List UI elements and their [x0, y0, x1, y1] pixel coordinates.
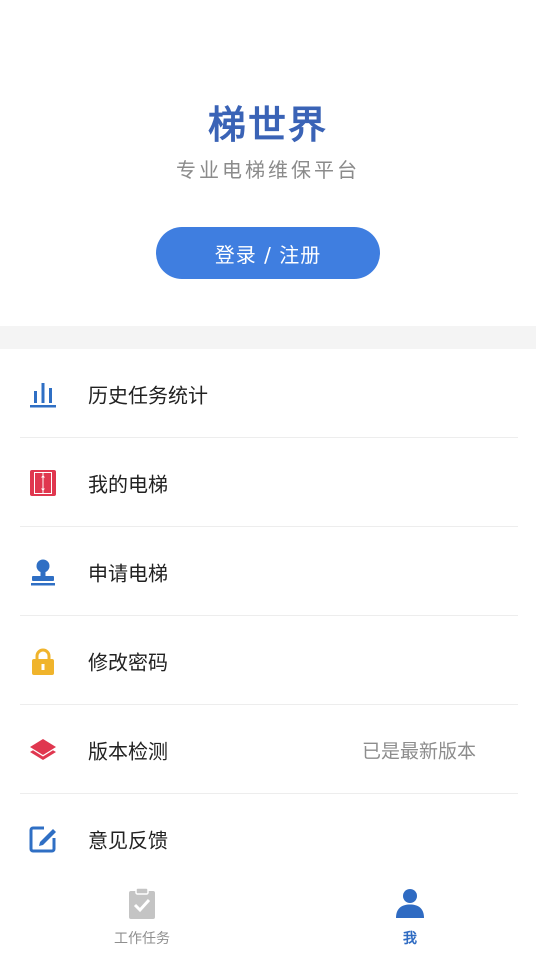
stamp-icon [28, 557, 58, 587]
login-register-button[interactable]: 登录 / 注册 [156, 227, 380, 279]
menu-item-my-elevator[interactable]: 我的电梯 [0, 438, 536, 527]
brand-header: 梯世界 专业电梯维保平台 登录 / 注册 [0, 0, 536, 326]
tab-label: 工作任务 [114, 931, 170, 947]
tab-label: 我 [403, 931, 417, 947]
user-icon [393, 886, 427, 920]
app-title: 梯世界 [207, 103, 328, 147]
menu-item-label: 申请电梯 [88, 561, 168, 585]
layers-icon [28, 735, 58, 765]
tab-me[interactable]: 我 [340, 876, 480, 954]
clipboard-check-icon [125, 886, 159, 920]
edit-icon [28, 824, 58, 854]
tab-work-tasks[interactable]: 工作任务 [72, 876, 212, 954]
menu-item-label: 意见反馈 [88, 828, 168, 852]
bar-chart-icon [28, 379, 58, 409]
menu-item-change-password[interactable]: 修改密码 [0, 616, 536, 705]
section-divider [0, 326, 536, 349]
version-status: 已是最新版本 [361, 740, 476, 762]
bottom-tab-bar: 工作任务 我 [0, 876, 536, 954]
elevator-icon [28, 468, 58, 498]
menu-item-version-check[interactable]: 版本检测 已是最新版本 [0, 705, 536, 794]
menu-list: 历史任务统计 我的电梯 申请电梯 修改密码 版本检测 已是最新版本 意见反馈 [0, 349, 536, 883]
menu-item-label: 我的电梯 [88, 472, 168, 496]
menu-item-apply-elevator[interactable]: 申请电梯 [0, 527, 536, 616]
menu-item-label: 历史任务统计 [88, 383, 208, 407]
lock-icon [28, 646, 58, 676]
profile-page: 梯世界 专业电梯维保平台 登录 / 注册 历史任务统计 我的电梯 申请电梯 修改… [0, 0, 536, 954]
menu-item-history-stats[interactable]: 历史任务统计 [0, 349, 536, 438]
menu-item-feedback[interactable]: 意见反馈 [0, 794, 536, 883]
menu-item-label: 版本检测 [88, 739, 168, 763]
app-subtitle: 专业电梯维保平台 [176, 158, 360, 182]
menu-item-label: 修改密码 [88, 650, 168, 674]
